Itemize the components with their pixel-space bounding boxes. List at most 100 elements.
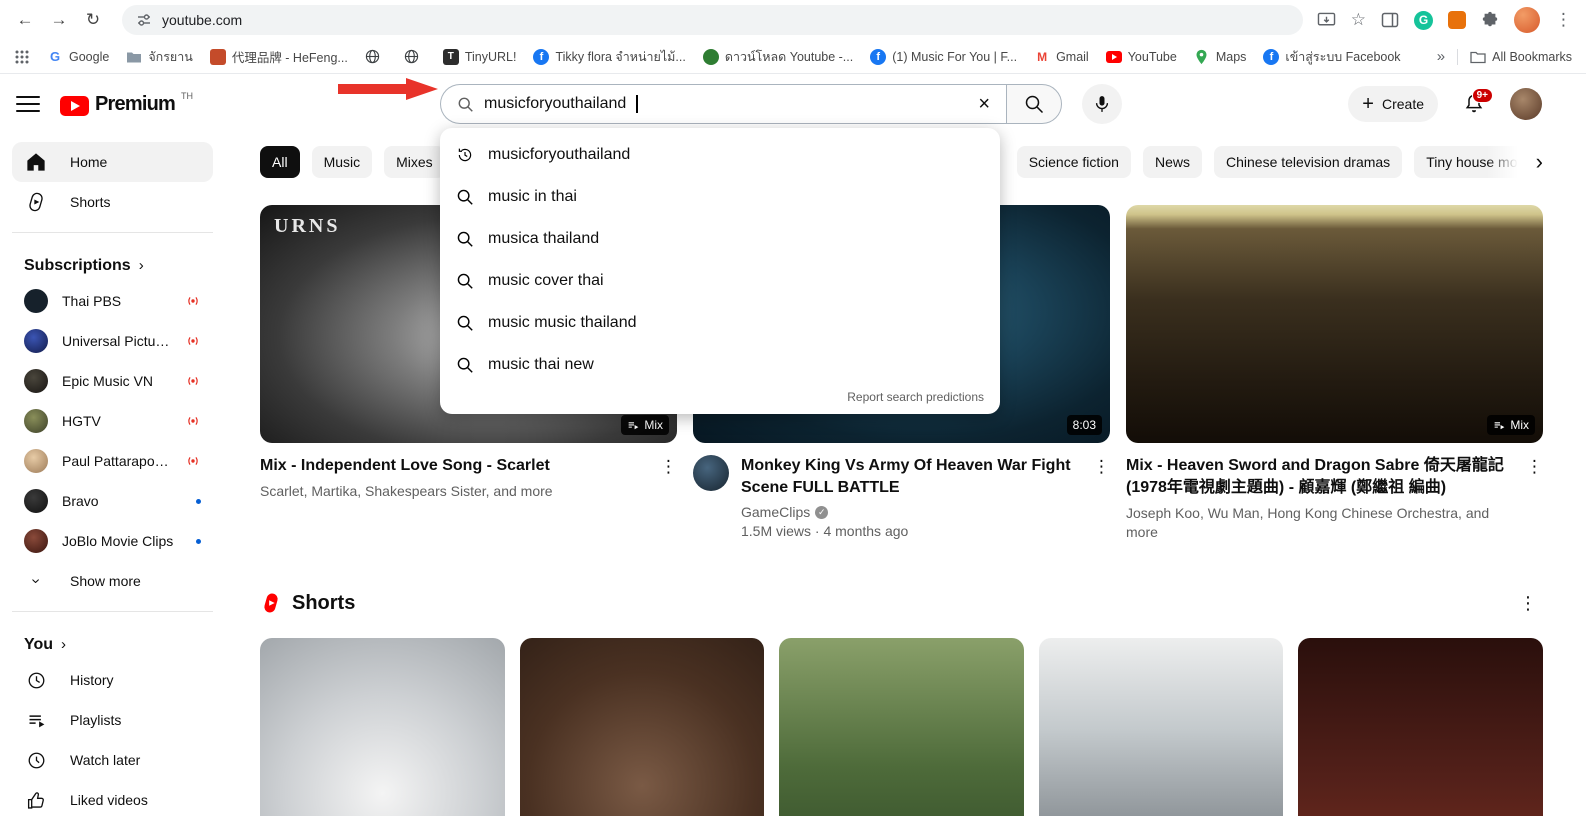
chip-all[interactable]: All (260, 146, 300, 178)
video-subtitle[interactable]: Joseph Koo, Wu Man, Hong Kong Chinese Or… (1126, 504, 1517, 542)
short-thumbnail[interactable] (1298, 638, 1543, 816)
search-icon (456, 356, 474, 374)
search-input[interactable]: musicforyouthailand (484, 95, 626, 113)
bookmark-item[interactable]: 代理品牌 - HeFeng... (210, 47, 348, 66)
bookmark-item[interactable]: Google (47, 49, 109, 65)
video-title[interactable]: Monkey King Vs Army Of Heaven War Fight … (741, 455, 1084, 499)
subscriptions-header[interactable]: Subscriptions › (12, 243, 213, 281)
extension-icon[interactable] (1448, 11, 1466, 29)
chip-chinese-television-dramas[interactable]: Chinese television dramas (1214, 146, 1402, 178)
sidebar-item-shorts[interactable]: Shorts (12, 182, 213, 222)
shorts-menu-kebab[interactable]: ⋮ (1519, 593, 1543, 614)
install-icon[interactable] (1317, 12, 1336, 29)
sidebar-show-more[interactable]: › Show more (12, 561, 213, 601)
bookmark-item[interactable] (404, 49, 426, 65)
video-title[interactable]: Mix - Heaven Sword and Dragon Sabre 倚天屠龍… (1126, 455, 1517, 499)
sidebar-item-playlists[interactable]: Playlists (12, 700, 213, 740)
menu-hamburger[interactable] (16, 96, 40, 111)
video-title[interactable]: Mix - Independent Love Song - Scarlet (260, 455, 553, 477)
channel-avatar[interactable] (693, 455, 729, 491)
chip-news[interactable]: News (1143, 146, 1202, 178)
channel-avatar (24, 529, 48, 553)
voice-search-button[interactable] (1082, 84, 1122, 124)
side-panel-icon[interactable] (1381, 12, 1399, 28)
notification-count-badge: 9+ (1472, 88, 1493, 103)
video-thumbnail[interactable]: Mix (1126, 205, 1543, 443)
video-subtitle[interactable]: Scarlet, Martika, Shakespears Sister, an… (260, 482, 553, 501)
sidebar-channel-thai-pbs[interactable]: Thai PBS (12, 281, 213, 321)
short-thumbnail[interactable] (1039, 638, 1284, 816)
you-section-header[interactable]: You › (12, 622, 213, 660)
bookmark-item[interactable] (365, 49, 387, 65)
video-menu-kebab[interactable]: ⋮ (1526, 457, 1543, 477)
shorts-section-title: Shorts (292, 592, 355, 615)
browser-profile-avatar[interactable] (1514, 7, 1540, 33)
back-button[interactable]: ← (10, 5, 40, 35)
channel-name-row[interactable]: GameClips ✓ (741, 504, 1084, 520)
browser-menu-kebab[interactable]: ⋮ (1555, 10, 1572, 30)
sidebar-channel-hgtv[interactable]: HGTV (12, 401, 213, 441)
apps-grid-icon[interactable] (14, 49, 30, 65)
sidebar-channel-epic-music-vn[interactable]: Epic Music VN (12, 361, 213, 401)
search-suggestion[interactable]: music thai new (440, 344, 1000, 386)
forward-icon: → (51, 10, 68, 30)
grammarly-extension-icon[interactable] (1414, 11, 1433, 30)
bookmark-item[interactable]: จักรยาน (126, 47, 193, 67)
address-bar[interactable]: youtube.com (122, 5, 1303, 35)
suggestion-text: music thai new (488, 356, 594, 374)
bookmark-item[interactable]: เข้าสู่ระบบ Facebook (1263, 47, 1400, 67)
back-icon: ← (17, 10, 34, 30)
search-suggestion[interactable]: musica thailand (440, 218, 1000, 260)
notifications-button[interactable]: 9+ (1462, 92, 1486, 116)
search-suggestion[interactable]: music music thailand (440, 302, 1000, 344)
sidebar-channel-universal-pictures[interactable]: Universal Picture... (12, 321, 213, 361)
chip-mixes[interactable]: Mixes (384, 146, 445, 178)
bookmark-item[interactable]: (1) Music For You | F... (870, 49, 1017, 65)
bookmark-item[interactable]: Gmail (1034, 49, 1089, 65)
search-suggestion[interactable]: musicforyouthailand (440, 134, 1000, 176)
bookmark-item[interactable]: Tikky flora จำหน่ายไม้... (533, 47, 685, 67)
sidebar-item-home[interactable]: Home (12, 142, 213, 182)
shorts-icon (24, 191, 48, 213)
short-thumbnail[interactable] (260, 638, 505, 816)
report-search-predictions-link[interactable]: Report search predictions (440, 386, 1000, 414)
bookmarks-overflow-chevron[interactable]: » (1437, 48, 1445, 65)
sidebar-item-history[interactable]: History (12, 660, 213, 700)
facebook-favicon (1263, 49, 1279, 65)
bookmark-item[interactable]: Maps (1194, 49, 1247, 65)
thumbs-up-icon (24, 790, 48, 811)
channel-avatar (24, 289, 48, 313)
sidebar-item-watch-later[interactable]: Watch later (12, 740, 213, 780)
youtube-premium-logo[interactable]: Premium TH (60, 93, 193, 116)
bookmark-star-icon[interactable]: ☆ (1351, 10, 1366, 30)
divider (12, 232, 213, 233)
bookmark-item[interactable]: YouTube (1106, 50, 1177, 64)
chips-scroll-right-button[interactable]: › (1487, 146, 1543, 178)
sidebar-channel-joblo-movie-clips[interactable]: JoBlo Movie Clips (12, 521, 213, 561)
history-icon (24, 670, 48, 691)
sidebar-channel-bravo[interactable]: Bravo (12, 481, 213, 521)
extensions-puzzle-icon[interactable] (1481, 11, 1499, 29)
search-box[interactable]: musicforyouthailand × (440, 84, 1006, 124)
sidebar-item-liked-videos[interactable]: Liked videos (12, 780, 213, 816)
search-suggestion[interactable]: music in thai (440, 176, 1000, 218)
profile-avatar[interactable] (1510, 88, 1542, 120)
sidebar-channel-paul-pattarapon[interactable]: Paul Pattarapon ... (12, 441, 213, 481)
chip-music[interactable]: Music (312, 146, 373, 178)
bookmark-item[interactable]: ดาวน์โหลด Youtube -... (703, 47, 853, 67)
search-suggestion[interactable]: music cover thai (440, 260, 1000, 302)
search-button[interactable] (1006, 84, 1062, 124)
short-thumbnail[interactable] (520, 638, 765, 816)
chip-science-fiction[interactable]: Science fiction (1017, 146, 1131, 178)
all-bookmarks-button[interactable]: All Bookmarks (1470, 49, 1572, 65)
clear-search-button[interactable]: × (972, 93, 996, 116)
short-thumbnail[interactable] (779, 638, 1024, 816)
create-button[interactable]: + Create (1348, 86, 1438, 122)
forward-button[interactable]: → (44, 5, 74, 35)
video-menu-kebab[interactable]: ⋮ (660, 457, 677, 477)
video-menu-kebab[interactable]: ⋮ (1093, 457, 1110, 477)
reload-button[interactable]: ↻ (78, 5, 108, 35)
bookmark-item[interactable]: TinyURL! (443, 49, 517, 65)
text-caret (636, 95, 638, 113)
live-icon (185, 453, 201, 469)
